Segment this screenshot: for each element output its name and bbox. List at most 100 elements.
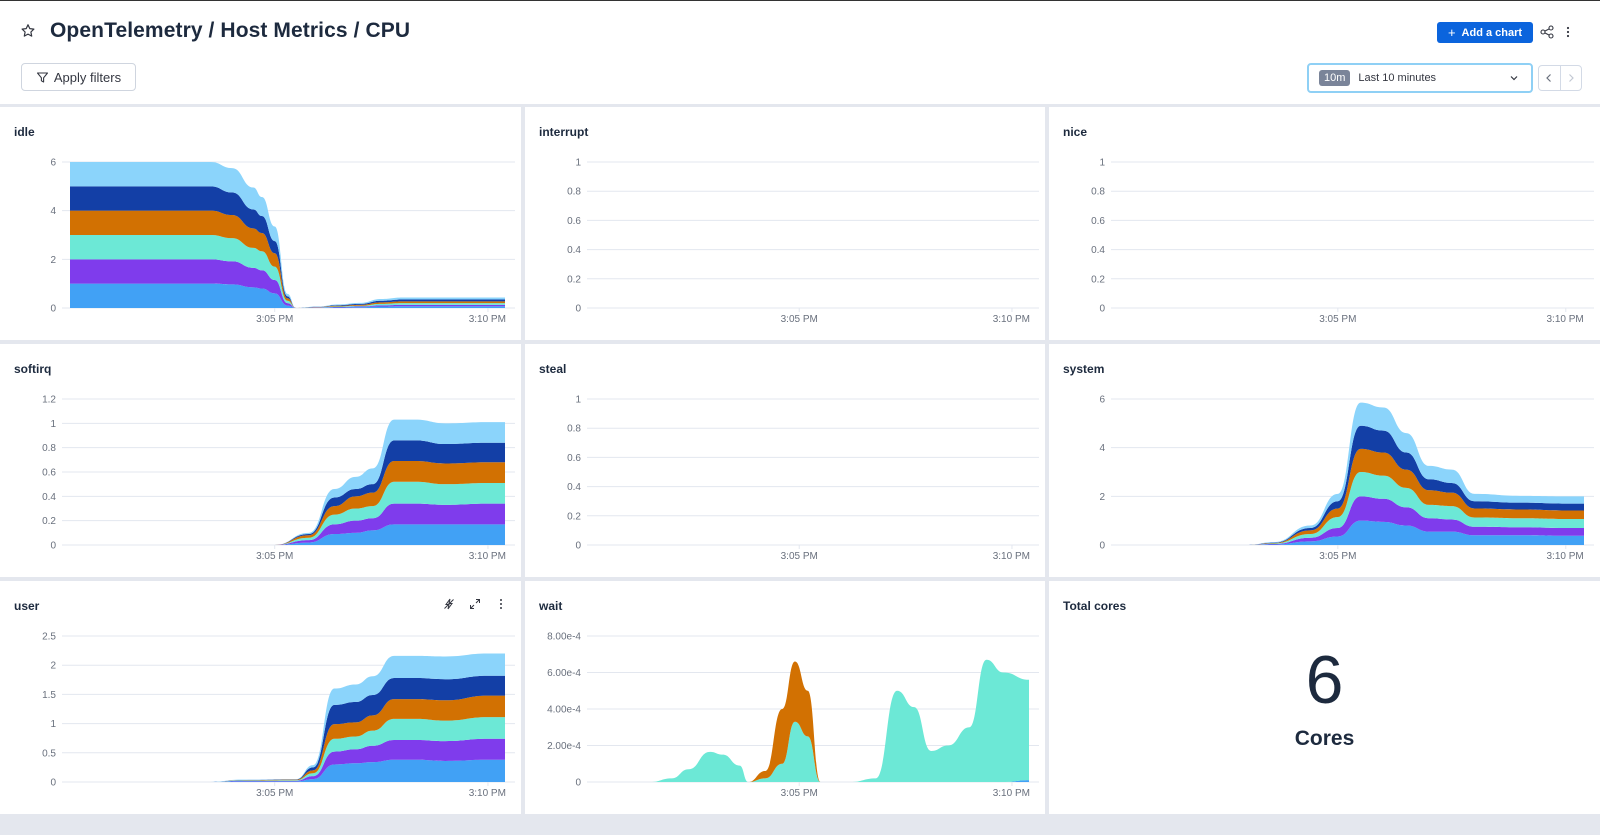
y-tick-label: 0.2 xyxy=(567,274,581,285)
x-tick-label: 3:05 PM xyxy=(256,314,293,325)
chevron-left-icon xyxy=(1546,74,1552,82)
y-tick-label: 0.8 xyxy=(567,187,581,198)
area-series-cpu0[interactable] xyxy=(70,759,505,782)
time-previous-button[interactable] xyxy=(1539,66,1561,90)
y-tick-label: 0.6 xyxy=(567,216,581,227)
panel-nice[interactable]: nice 0 0.2 0.4 0.6 0.8 1 3:05 PM 3:10 PM xyxy=(1049,107,1600,340)
time-range-badge: 10m xyxy=(1319,70,1351,86)
y-tick-label: 1 xyxy=(575,158,581,169)
kebab-icon[interactable] xyxy=(1563,25,1573,39)
panel-wait[interactable]: wait 0 2.00e-4 4.00e-4 6.00e-4 8.00e-4 3:05 PM… xyxy=(525,581,1045,814)
x-tick-label: 3:05 PM xyxy=(256,551,293,562)
time-nav-group xyxy=(1538,65,1582,91)
x-tick-label: 3:10 PM xyxy=(1547,314,1584,325)
x-tick-label: 3:05 PM xyxy=(781,788,818,799)
y-tick-label: 1 xyxy=(1099,158,1105,169)
y-tick-label: 0.2 xyxy=(1091,274,1105,285)
y-tick-label: 0.6 xyxy=(1091,216,1105,227)
y-tick-label: 0.6 xyxy=(42,468,56,479)
y-tick-label: 0 xyxy=(50,541,56,552)
y-tick-label: 0.8 xyxy=(567,424,581,435)
dashboard-header: OpenTelemetry / Host Metrics / CPU + Add… xyxy=(0,1,1600,104)
y-tick-label: 0.4 xyxy=(567,482,581,493)
x-tick-label: 3:05 PM xyxy=(781,551,818,562)
y-tick-label: 0.2 xyxy=(42,516,56,527)
y-tick-label: 1 xyxy=(575,395,581,406)
plus-icon: + xyxy=(1447,25,1456,40)
x-tick-label: 3:05 PM xyxy=(1319,551,1356,562)
star-icon[interactable] xyxy=(20,23,36,39)
y-tick-label: 2 xyxy=(50,661,56,672)
y-tick-label: 1.5 xyxy=(42,690,56,701)
y-tick-label: 0 xyxy=(1099,304,1105,315)
metric-unit: Cores xyxy=(1294,727,1355,750)
panel-interrupt[interactable]: interrupt 0 0.2 0.4 0.6 0.8 1 3:05 PM 3:10 PM xyxy=(525,107,1045,340)
y-tick-label: 0.5 xyxy=(42,748,56,759)
y-tick-label: 0 xyxy=(1099,541,1105,552)
filter-icon xyxy=(36,71,48,83)
y-tick-label: 6 xyxy=(50,158,56,169)
chevron-down-icon xyxy=(1510,76,1518,81)
y-tick-label: 6.00e-4 xyxy=(547,668,581,679)
chart-system[interactable]: 0 2 4 6 3:05 PM 3:10 PM xyxy=(1049,344,1600,577)
panel-steal[interactable]: steal 0 0.2 0.4 0.6 0.8 1 3:05 PM 3:10 PM xyxy=(525,344,1045,577)
chart-softirq[interactable]: 0 0.2 0.4 0.6 0.8 1 1.2 3:05 PM 3:10 PM xyxy=(0,344,521,577)
x-tick-label: 3:10 PM xyxy=(469,314,506,325)
add-chart-label: Add a chart xyxy=(1461,26,1523,39)
y-tick-label: 4 xyxy=(1099,443,1105,454)
chart-interrupt[interactable]: 0 0.2 0.4 0.6 0.8 1 3:05 PM 3:10 PM xyxy=(525,107,1045,340)
metric-value: 6 xyxy=(1305,642,1344,718)
x-tick-label: 3:05 PM xyxy=(256,788,293,799)
add-chart-button[interactable]: + Add a chart xyxy=(1437,22,1533,43)
y-tick-label: 4.00e-4 xyxy=(547,705,581,716)
panel-system[interactable]: system 0 2 4 6 3:05 PM 3:10 PM xyxy=(1049,344,1600,577)
y-tick-label: 2 xyxy=(1099,492,1105,503)
y-tick-label: 0.6 xyxy=(567,453,581,464)
time-range-label: Last 10 minutes xyxy=(1358,72,1437,84)
y-tick-label: 0 xyxy=(50,778,56,789)
chart-user[interactable]: 0 0.5 1 1.5 2 2.5 3:05 PM 3:10 PM xyxy=(0,581,521,814)
chevron-right-icon xyxy=(1568,74,1574,82)
chart-nice[interactable]: 0 0.2 0.4 0.6 0.8 1 3:05 PM 3:10 PM xyxy=(1049,107,1600,340)
y-tick-label: 0.4 xyxy=(1091,245,1105,256)
y-tick-label: 2 xyxy=(50,255,56,266)
y-tick-label: 8.00e-4 xyxy=(547,632,581,643)
panel-title: Total cores xyxy=(1063,599,1127,613)
page-title: OpenTelemetry / Host Metrics / CPU xyxy=(50,19,411,42)
y-tick-label: 0.4 xyxy=(567,245,581,256)
chart-idle[interactable]: 0 2 4 6 3:05 PM 3:10 PM xyxy=(0,107,521,340)
x-tick-label: 3:10 PM xyxy=(469,551,506,562)
panel-user[interactable]: user 0 0.5 1 1.5 2 2.5 3:05 PM 3:10 PM xyxy=(0,581,521,814)
chart-wait[interactable]: 0 2.00e-4 4.00e-4 6.00e-4 8.00e-4 3:05 PM 3:10… xyxy=(525,581,1045,814)
y-tick-label: 1 xyxy=(50,419,56,430)
y-tick-label: 0.4 xyxy=(42,492,56,503)
panel-softirq[interactable]: softirq 0 0.2 0.4 0.6 0.8 1 1.2 3:05 PM 3:10 PM xyxy=(0,344,521,577)
y-tick-label: 0 xyxy=(50,304,56,315)
time-range-picker[interactable]: 10m Last 10 minutes xyxy=(1307,63,1533,93)
x-tick-label: 3:10 PM xyxy=(1547,551,1584,562)
x-tick-label: 3:10 PM xyxy=(469,788,506,799)
y-tick-label: 1 xyxy=(50,719,56,730)
y-tick-label: 0 xyxy=(575,541,581,552)
y-tick-label: 0.2 xyxy=(567,511,581,522)
x-tick-label: 3:05 PM xyxy=(1319,314,1356,325)
apply-filters-button[interactable]: Apply filters xyxy=(21,63,136,91)
x-tick-label: 3:10 PM xyxy=(993,788,1030,799)
y-tick-label: 6 xyxy=(1099,395,1105,406)
y-tick-label: 2.00e-4 xyxy=(547,741,581,752)
x-tick-label: 3:10 PM xyxy=(993,551,1030,562)
chart-steal[interactable]: 0 0.2 0.4 0.6 0.8 1 3:05 PM 3:10 PM xyxy=(525,344,1045,577)
y-tick-label: 1.2 xyxy=(42,395,56,406)
panel-total-cores[interactable]: Total cores 6 Cores xyxy=(1049,581,1600,814)
y-tick-label: 2.5 xyxy=(42,632,56,643)
panel-idle[interactable]: idle 0 2 4 6 3:05 PM 3:10 PM xyxy=(0,107,521,340)
y-tick-label: 0 xyxy=(575,778,581,789)
apply-filters-label: Apply filters xyxy=(53,69,122,85)
y-tick-label: 0.8 xyxy=(42,443,56,454)
y-tick-label: 0.8 xyxy=(1091,187,1105,198)
y-tick-label: 4 xyxy=(50,206,56,217)
time-next-button[interactable] xyxy=(1561,66,1582,90)
share-icon[interactable] xyxy=(1540,25,1554,39)
x-tick-label: 3:05 PM xyxy=(781,314,818,325)
x-tick-label: 3:10 PM xyxy=(993,314,1030,325)
